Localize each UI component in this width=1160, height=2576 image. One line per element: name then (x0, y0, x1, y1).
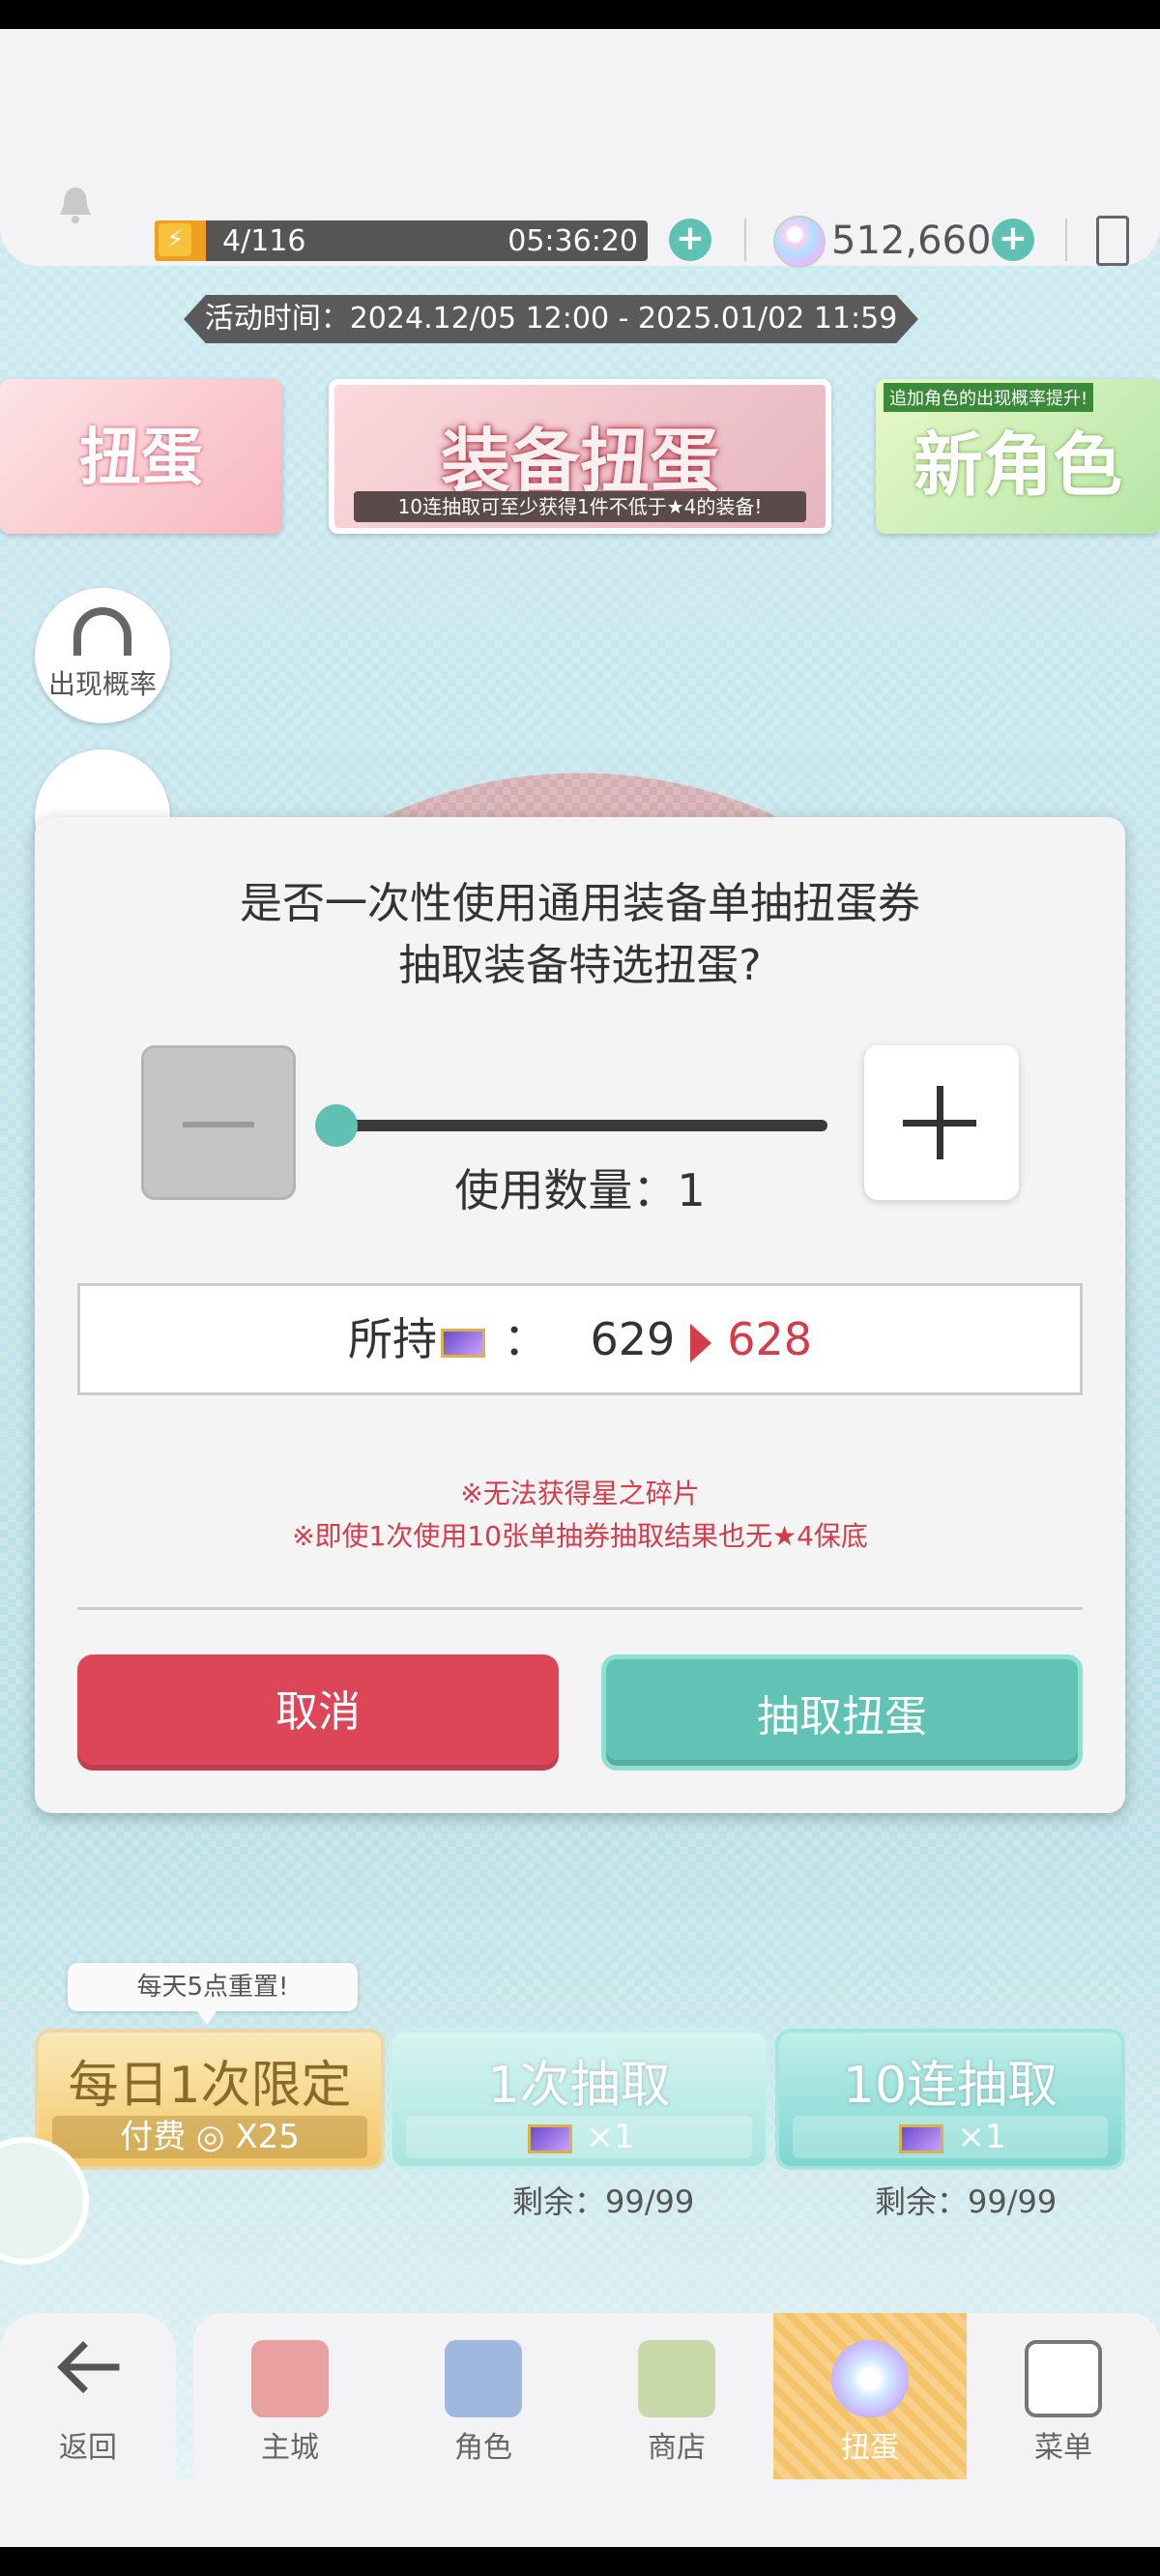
daily-limited-cost: 付费 ◎ X25 (52, 2116, 367, 2158)
slider-handle[interactable] (315, 1104, 358, 1147)
menu-icon (1025, 2340, 1102, 2417)
ten-draw-label: 10连抽取 (842, 2057, 1058, 2115)
home-icon (251, 2340, 329, 2417)
tab-character[interactable]: 角色 (387, 2313, 580, 2479)
banner-character-gacha[interactable]: 扭蛋 (0, 379, 282, 534)
single-draw-label: 1次抽取 (487, 2057, 671, 2115)
tab-menu[interactable]: 菜单 (967, 2313, 1160, 2479)
tab-label: 商店 (648, 2431, 706, 2465)
tab-label: 主城 (261, 2431, 319, 2465)
arrow-left-icon (57, 2341, 120, 2393)
ticket-icon (440, 1328, 485, 1358)
character-icon (445, 2340, 522, 2417)
quantity-slider[interactable] (334, 1120, 827, 1131)
top-status-bar: ⚡ 4/116 05:36:20 + 512,660 + (0, 29, 1160, 268)
arrow-right-icon (690, 1323, 712, 1362)
banner-subtitle: 10连抽取可至少获得1件不低于★4的装备! (354, 491, 806, 522)
dialog-question: 是否一次性使用通用装备单抽扭蛋券 抽取装备特选扭蛋? (35, 873, 1125, 997)
divider (1065, 219, 1067, 261)
game-screen: ⚡ 4/116 05:36:20 + 512,660 + 活动时间：2024.1… (0, 29, 1160, 2547)
ten-draw-button[interactable]: 10连抽取 ×1 (775, 2029, 1125, 2170)
owned-current: 629 (590, 1313, 676, 1365)
single-draw-cost: ×1 (406, 2116, 752, 2158)
owned-tickets-box: 所持 ： 629 628 (77, 1283, 1083, 1395)
owned-label: 所持 (347, 1313, 437, 1365)
draw-button[interactable]: 抽取扭蛋 (601, 1654, 1083, 1771)
bottom-safe-area (0, 2479, 1160, 2547)
tab-gacha[interactable]: 扭蛋 (773, 2313, 967, 2479)
back-label: 返回 (59, 2431, 117, 2465)
ten-draw-cost: ×1 (793, 2116, 1108, 2158)
add-currency-button[interactable]: + (992, 219, 1034, 261)
daily-limited-button[interactable]: 每日1次限定 付费 ◎ X25 (35, 2029, 385, 2170)
divider (77, 1607, 1083, 1610)
owned-after: 628 (727, 1313, 813, 1365)
gacha-icon (831, 2340, 909, 2417)
tab-shop[interactable]: 商店 (580, 2313, 773, 2479)
stamina-bar: ⚡ 4/116 05:36:20 (155, 220, 648, 261)
tab-label: 菜单 (1034, 2431, 1092, 2465)
nav-tabs: 主城 角色 商店 扭蛋 菜单 (193, 2313, 1160, 2479)
tab-home[interactable]: 主城 (193, 2313, 387, 2479)
event-time-banner: 活动时间：2024.12/05 12:00 - 2025.01/02 11:59 (184, 295, 918, 343)
tab-label: 角色 (454, 2431, 512, 2465)
currency-count: 512,660 (831, 219, 992, 263)
confirm-dialog: 是否一次性使用通用装备单抽扭蛋券 抽取装备特选扭蛋? 使用数量：1 所持 ： 6… (35, 817, 1125, 1813)
shop-icon (638, 2340, 715, 2417)
reset-tip: 每天5点重置! (68, 1963, 358, 2025)
tab-label: 扭蛋 (841, 2431, 899, 2465)
banner-equipment-gacha[interactable]: 装备扭蛋 10连抽取可至少获得1件不低于★4的装备! (329, 379, 831, 534)
cancel-button[interactable]: 取消 (77, 1654, 559, 1771)
banner-title: 扭蛋 (79, 423, 203, 494)
owned-separator: ： (503, 1313, 548, 1365)
add-stamina-button[interactable]: + (669, 219, 711, 261)
single-draw-button[interactable]: 1次抽取 ×1 (389, 2029, 769, 2170)
ten-draw-cost-text: ×1 (957, 2118, 1006, 2156)
dialog-question-line2: 抽取装备特选扭蛋? (398, 941, 762, 990)
dialog-note: ※即使1次使用10张单抽券抽取结果也无★4保底 (292, 1520, 868, 1552)
lightning-icon: ⚡ (159, 223, 191, 256)
banner-new-character[interactable]: 追加角色的出现概率提升! 新角色 (876, 379, 1160, 534)
stamina-count: 4/116 (222, 224, 306, 258)
gem-icon (773, 216, 826, 268)
quantity-label: 使用数量：1 (454, 1164, 706, 1216)
probability-label: 出现概率 (47, 668, 157, 700)
bell-icon[interactable] (56, 184, 95, 224)
dialog-question-line1: 是否一次性使用通用装备单抽扭蛋券 (240, 879, 920, 928)
probability-button[interactable]: 出现概率 (35, 588, 170, 723)
single-draw-cost-text: ×1 (586, 2118, 635, 2156)
probability-icon (73, 607, 131, 656)
battery-icon (1096, 216, 1129, 266)
stamina-timer: 05:36:20 (508, 224, 638, 258)
back-button[interactable]: 返回 (0, 2313, 176, 2479)
daily-limited-label: 每日1次限定 (68, 2057, 352, 2115)
divider (744, 219, 746, 261)
ticket-icon (527, 2123, 572, 2153)
dialog-note: ※无法获得星之碎片 (460, 1478, 700, 1509)
banner-title: 新角色 (913, 424, 1122, 506)
bottom-nav: 返回 主城 角色 商店 扭蛋 菜单 (0, 2313, 1160, 2479)
ten-remaining: 剩余：99/99 (875, 2183, 1058, 2220)
single-remaining: 剩余：99/99 (512, 2183, 695, 2220)
ticket-icon (898, 2123, 943, 2153)
